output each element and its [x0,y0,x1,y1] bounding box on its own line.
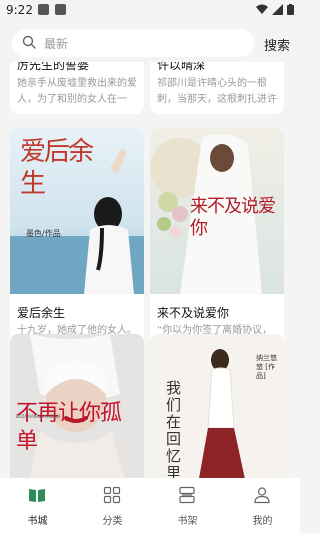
book-title: 许以晴深 [157,62,206,72]
tab-label: 分类 [102,516,123,527]
book-title: 厉先生的誓婆 [17,62,90,72]
book-card[interactable]: 许以晴深 祁邵川是许晴心头的一根刺，当那天，这根刺扎进许晴 [150,62,284,114]
battery-icon [287,4,294,15]
book-desc: 她亲手从废墟里救出来的爱人，为了和别的女人在一起， [17,78,137,105]
bookshelf-icon [179,486,195,504]
search-input[interactable] [42,33,246,55]
status-indicators [256,4,294,15]
search-icon [22,35,36,49]
tab-categories[interactable]: 分类 [75,478,150,533]
search-bar[interactable] [12,29,254,57]
cover-title: 来不及说爱你 [190,196,276,239]
tab-bookstore[interactable]: 书城 [0,478,75,533]
book-title: 来不及说爱你 [157,306,230,320]
book-open-icon [29,489,45,502]
book-feed[interactable]: 厉先生的誓婆 她亲手从废墟里救出来的爱人，为了和别的女人在一起， 许以晴深 祁邵… [0,62,300,503]
book-cover[interactable]: 爱后余生 墨色/作品 [10,128,144,294]
tab-bookshelf[interactable]: 书架 [150,478,225,533]
tab-label: 我的 [252,516,273,527]
wifi-icon [256,4,268,14]
cover-subtitle: BUZAIRANGNI GUDAN [16,414,60,419]
cover-title: 不再让你孤单 [16,401,122,454]
tab-bar: 书城 分类 书架 我的 [0,478,300,533]
tab-label: 书架 [177,516,198,527]
book-card[interactable]: 厉先生的誓婆 她亲手从废墟里救出来的爱人，为了和别的女人在一起， [10,62,144,114]
tab-label: 书城 [27,516,48,527]
cover-author: 墨色/作品 [26,229,61,238]
book-cover[interactable]: 我们在回忆里相忘 纳兰悠悠 [作品] [150,334,284,500]
gallery-notification-icon [38,4,49,15]
cover-title: 爱后余生 [20,137,94,199]
tab-mine[interactable]: 我的 [225,478,300,533]
grid-icon [103,486,121,504]
book-card[interactable]: 爱后余生 墨色/作品 爱后余生 十九岁，她成了他的女人。他对她说：“我爱你。”二… [10,128,144,362]
user-icon [254,487,270,504]
book-desc: 祁邵川是许晴心头的一根刺，当那天，这根刺扎进许晴 [157,78,277,105]
search-button[interactable]: 搜索 [264,35,290,54]
signal-icon [272,4,283,15]
book-cover[interactable]: 来不及说爱你 [150,128,284,294]
status-time: 9:22 [6,3,33,17]
font-notification-icon [55,4,66,15]
book-card[interactable]: 来不及说爱你 来不及说爱你 “你以为你签了离婚协议，就可以撇清关系，高枕无忧吗？… [150,128,284,362]
status-bar: 9:22 [0,0,300,22]
book-cover[interactable]: 不再让你孤单 BUZAIRANGNI GUDAN [10,334,144,500]
book-title: 爱后余生 [17,306,66,320]
cover-author: 纳兰悠悠 [作品] [256,354,277,380]
